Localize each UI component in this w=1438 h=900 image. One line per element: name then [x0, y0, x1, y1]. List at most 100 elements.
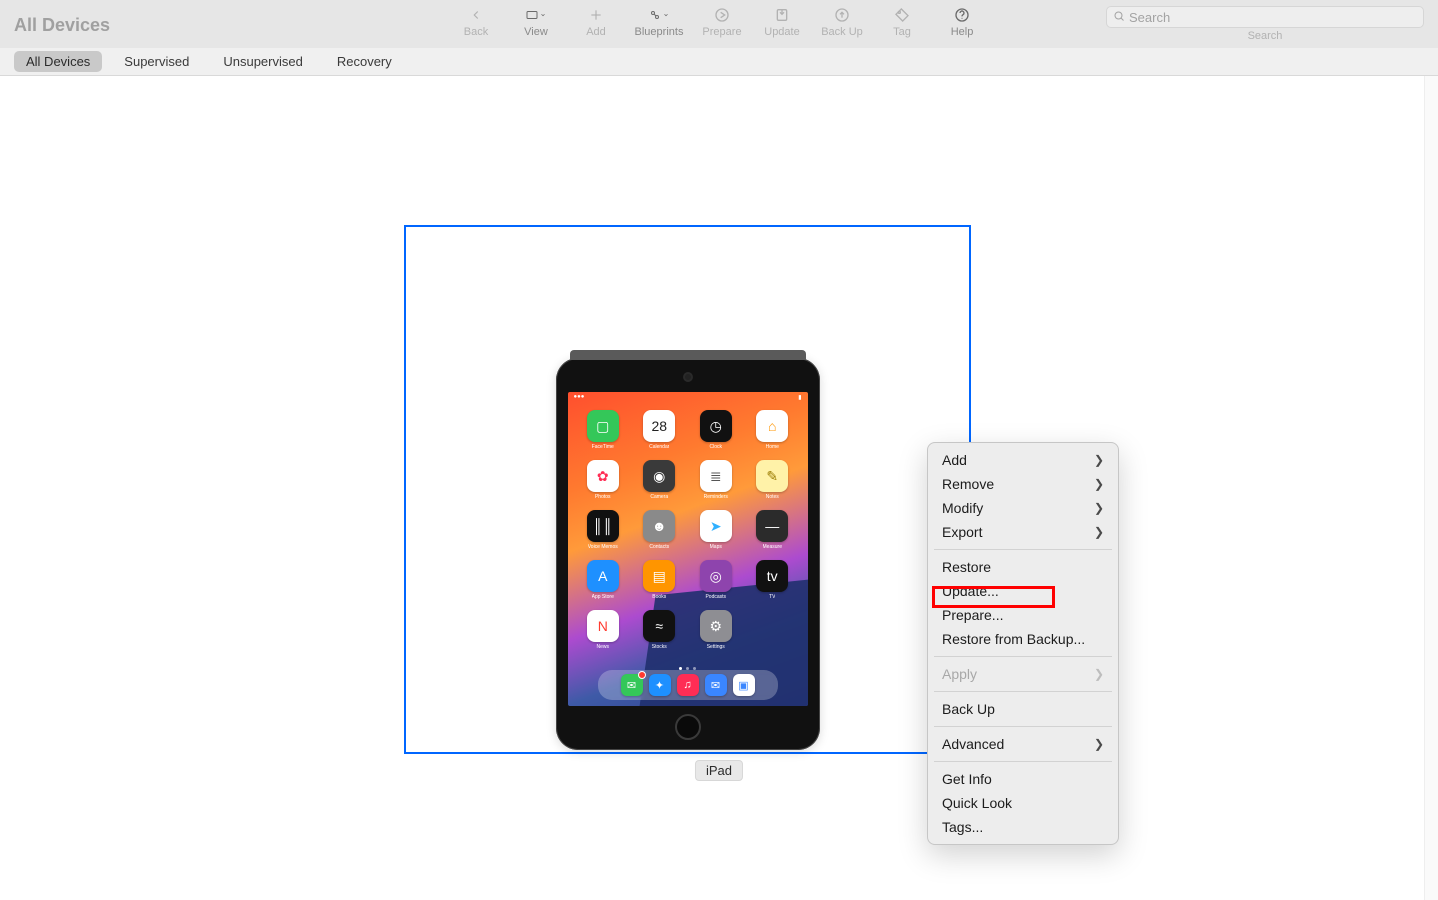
- menu-modify-label: Modify: [942, 499, 983, 517]
- scrollbar[interactable]: [1424, 76, 1438, 900]
- prepare-label: Prepare: [702, 26, 741, 38]
- app-label: FaceTime: [592, 444, 614, 450]
- app-label: Camera: [650, 494, 668, 500]
- app-grid: ▢FaceTime28Calendar◷Clock⌂Home✿Photos◉Ca…: [578, 410, 798, 650]
- app-label: Clock: [709, 444, 722, 450]
- toolbar-items: Back View Add Blueprints P: [446, 6, 992, 38]
- menu-prepare-label: Prepare...: [942, 606, 1003, 624]
- view-label: View: [524, 26, 548, 38]
- app-icon: ≈: [643, 610, 675, 642]
- filter-recovery[interactable]: Recovery: [325, 51, 404, 72]
- camera-icon: [685, 374, 691, 380]
- app-maps: ➤Maps: [691, 510, 742, 550]
- tag-button[interactable]: Tag: [872, 6, 932, 38]
- add-button[interactable]: Add: [566, 6, 626, 38]
- update-label: Update: [764, 26, 799, 38]
- app-calendar: 28Calendar: [634, 410, 685, 450]
- chevron-right-icon: ❯: [1094, 735, 1104, 753]
- help-icon: [952, 6, 972, 24]
- home-button-icon: [675, 714, 701, 740]
- menu-apply-label: Apply: [942, 665, 977, 683]
- app-icon: ✿: [587, 460, 619, 492]
- menu-separator: [934, 656, 1112, 657]
- backup-label: Back Up: [821, 26, 863, 38]
- menu-update[interactable]: Update...: [928, 579, 1118, 603]
- app-notes: ✎Notes: [747, 460, 798, 500]
- menu-tags[interactable]: Tags...: [928, 815, 1118, 839]
- menu-prepare[interactable]: Prepare...: [928, 603, 1118, 627]
- chevron-right-icon: ❯: [1094, 499, 1104, 517]
- menu-export[interactable]: Export❯: [928, 520, 1118, 544]
- tag-label: Tag: [893, 26, 911, 38]
- menu-restore-backup[interactable]: Restore from Backup...: [928, 627, 1118, 651]
- menu-separator: [934, 549, 1112, 550]
- app-icon: ≣: [700, 460, 732, 492]
- app-camera: ◉ Camera: [634, 460, 685, 500]
- search-input[interactable]: Search: [1106, 6, 1424, 28]
- filter-unsupervised[interactable]: Unsupervised: [211, 51, 315, 72]
- filter-all-devices[interactable]: All Devices: [14, 51, 102, 72]
- ipad-antenna: [570, 350, 806, 360]
- menu-quick-look[interactable]: Quick Look: [928, 791, 1118, 815]
- prepare-icon: [712, 6, 732, 24]
- menu-separator: [934, 761, 1112, 762]
- ipad-device: ●●●▮ ▢FaceTime28Calendar◷Clock⌂Home✿Phot…: [556, 358, 820, 750]
- menu-restore[interactable]: Restore: [928, 555, 1118, 579]
- app-label: Voice Memos: [588, 544, 618, 550]
- app-label: Home: [766, 444, 779, 450]
- app-icon: ✎: [756, 460, 788, 492]
- chevron-right-icon: ❯: [1094, 475, 1104, 493]
- app-facetime: ▢FaceTime: [578, 410, 629, 450]
- view-icon: [526, 6, 546, 24]
- device-card[interactable]: ●●●▮ ▢FaceTime28Calendar◷Clock⌂Home✿Phot…: [404, 225, 971, 754]
- blueprints-button[interactable]: Blueprints: [626, 6, 692, 38]
- app-icon: ⌂: [756, 410, 788, 442]
- filter-supervised[interactable]: Supervised: [112, 51, 201, 72]
- menu-advanced-label: Advanced: [942, 735, 1004, 753]
- menu-remove-label: Remove: [942, 475, 994, 493]
- app-label: App Store: [592, 594, 614, 600]
- menu-advanced[interactable]: Advanced ❯: [928, 732, 1118, 756]
- app-icon: N: [587, 610, 619, 642]
- app-tv: tvTV: [747, 560, 798, 600]
- app-label: Books: [652, 594, 666, 600]
- app-label: TV: [769, 594, 775, 600]
- content: ●●●▮ ▢FaceTime28Calendar◷Clock⌂Home✿Phot…: [0, 76, 1438, 900]
- app-icon: ║║: [587, 510, 619, 542]
- prepare-button[interactable]: Prepare: [692, 6, 752, 38]
- search-label: Search: [1248, 30, 1283, 42]
- app-books: ▤Books: [634, 560, 685, 600]
- view-button[interactable]: View: [506, 6, 566, 38]
- app-icon: A: [587, 560, 619, 592]
- menu-backup[interactable]: Back Up: [928, 697, 1118, 721]
- app-icon: ⚙: [700, 610, 732, 642]
- help-button[interactable]: Help: [932, 6, 992, 38]
- backup-button[interactable]: Back Up: [812, 6, 872, 38]
- blueprints-icon: [649, 6, 669, 24]
- update-button[interactable]: Update: [752, 6, 812, 38]
- app-icon: 28: [643, 410, 675, 442]
- back-button[interactable]: Back: [446, 6, 506, 38]
- app-measure: —Measure: [747, 510, 798, 550]
- window-title: All Devices: [14, 15, 110, 36]
- app-podcasts: ◎Podcasts: [691, 560, 742, 600]
- app-label: Measure: [763, 544, 782, 550]
- app-label: News: [596, 644, 609, 650]
- menu-tags-label: Tags...: [942, 818, 983, 836]
- menu-restore-label: Restore: [942, 558, 991, 576]
- search-icon: [1113, 10, 1125, 25]
- app-icon: ☻: [643, 510, 675, 542]
- app-icon: ◎: [700, 560, 732, 592]
- toolbar: All Devices Back View Add B: [0, 0, 1438, 48]
- menu-update-label: Update...: [942, 582, 999, 600]
- update-icon: [772, 6, 792, 24]
- menu-modify[interactable]: Modify ❯: [928, 496, 1118, 520]
- app-icon: ◉: [643, 460, 675, 492]
- menu-get-info[interactable]: Get Info: [928, 767, 1118, 791]
- menu-remove[interactable]: Remove ❯: [928, 472, 1118, 496]
- menu-add[interactable]: Add❯: [928, 448, 1118, 472]
- device-label[interactable]: iPad: [695, 760, 743, 781]
- search-placeholder: Search: [1129, 10, 1170, 25]
- app-settings: ⚙Settings: [691, 610, 742, 650]
- dock-safari: ✦: [649, 674, 671, 696]
